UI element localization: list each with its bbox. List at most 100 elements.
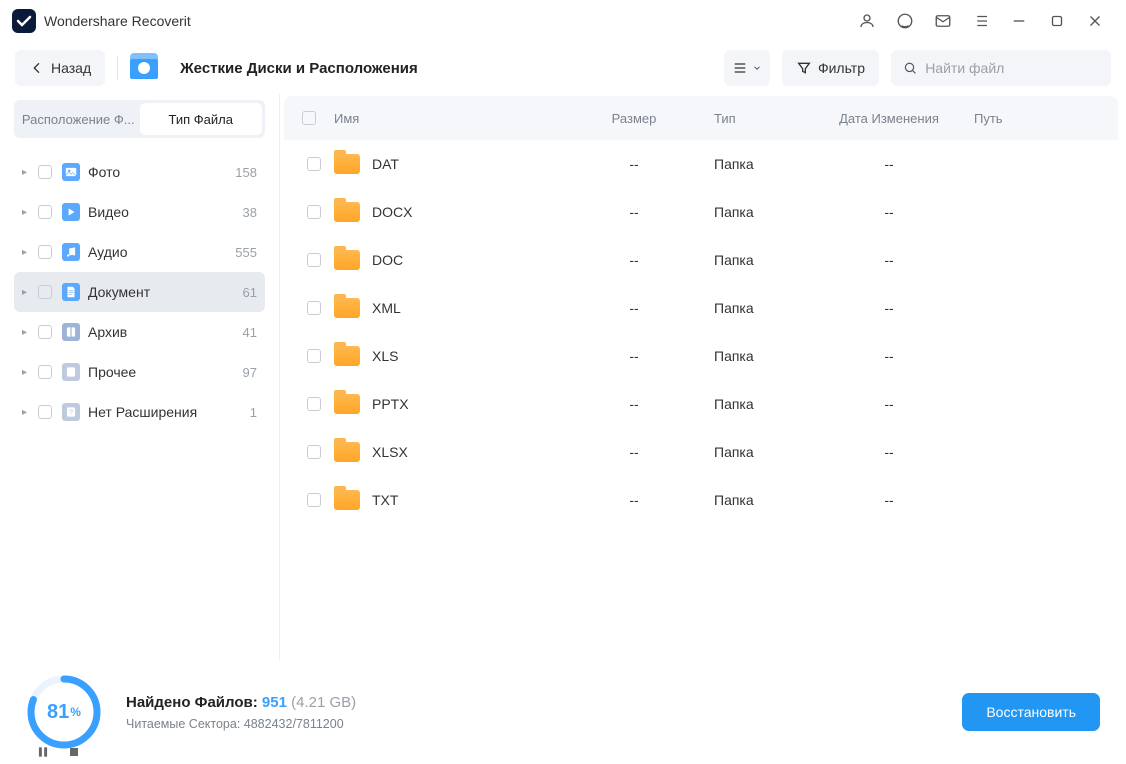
th-size[interactable]: Размер — [584, 111, 684, 126]
item-count: 97 — [243, 365, 257, 380]
sidebar-item-Прочее[interactable]: ▸Прочее97 — [14, 352, 265, 392]
folder-icon — [334, 298, 360, 318]
table-row[interactable]: DAT--Папка-- — [284, 140, 1118, 188]
th-path[interactable]: Путь — [964, 111, 1118, 126]
row-name: DOC — [372, 252, 403, 268]
th-name[interactable]: Имя — [334, 111, 584, 126]
row-type: Папка — [684, 396, 814, 412]
minimize-icon[interactable] — [1000, 2, 1038, 40]
sidebar-item-Нет Расширения[interactable]: ▸?Нет Расширения1 — [14, 392, 265, 432]
maximize-icon[interactable] — [1038, 2, 1076, 40]
table-row[interactable]: TXT--Папка-- — [284, 476, 1118, 524]
titlebar: Wondershare Recoverit — [0, 0, 1126, 42]
item-count: 555 — [235, 245, 257, 260]
sectors-label: Читаемые Сектора: — [126, 717, 244, 731]
row-checkbox[interactable] — [307, 397, 321, 411]
row-checkbox[interactable] — [307, 157, 321, 171]
type-icon — [62, 243, 80, 261]
caret-icon: ▸ — [22, 287, 32, 298]
item-count: 41 — [243, 325, 257, 340]
row-checkbox[interactable] — [307, 445, 321, 459]
row-size: -- — [584, 348, 684, 364]
item-checkbox[interactable] — [38, 285, 52, 299]
select-all-checkbox[interactable] — [302, 111, 316, 125]
caret-icon: ▸ — [22, 367, 32, 378]
type-icon — [62, 283, 80, 301]
folder-icon — [334, 250, 360, 270]
row-type: Папка — [684, 492, 814, 508]
item-checkbox[interactable] — [38, 205, 52, 219]
row-date: -- — [814, 300, 964, 316]
app-logo-icon — [12, 9, 36, 33]
tab-location[interactable]: Расположение Ф... — [17, 103, 140, 135]
row-checkbox[interactable] — [307, 301, 321, 315]
item-count: 1 — [250, 405, 257, 420]
row-name: PPTX — [372, 396, 409, 412]
sidebar-item-Документ[interactable]: ▸Документ61 — [14, 272, 265, 312]
account-icon[interactable] — [848, 2, 886, 40]
sidebar-item-Фото[interactable]: ▸Фото158 — [14, 152, 265, 192]
th-type[interactable]: Тип — [684, 111, 814, 126]
table-row[interactable]: XLS--Папка-- — [284, 332, 1118, 380]
folder-icon — [334, 346, 360, 366]
item-label: Аудио — [88, 244, 235, 260]
support-icon[interactable] — [886, 2, 924, 40]
search-box[interactable] — [891, 50, 1111, 86]
pause-button[interactable] — [36, 745, 50, 764]
caret-icon: ▸ — [22, 207, 32, 218]
item-checkbox[interactable] — [38, 405, 52, 419]
type-icon — [62, 323, 80, 341]
table-row[interactable]: XLSX--Папка-- — [284, 428, 1118, 476]
folder-icon — [334, 394, 360, 414]
close-icon[interactable] — [1076, 2, 1114, 40]
row-checkbox[interactable] — [307, 349, 321, 363]
row-checkbox[interactable] — [307, 493, 321, 507]
folder-icon — [334, 154, 360, 174]
menu-list-icon[interactable] — [962, 2, 1000, 40]
row-type: Папка — [684, 252, 814, 268]
found-size: (4.21 GB) — [291, 694, 356, 711]
item-checkbox[interactable] — [38, 165, 52, 179]
item-count: 158 — [235, 165, 257, 180]
mail-icon[interactable] — [924, 2, 962, 40]
sectors-value: 4882432/7811200 — [244, 717, 344, 731]
recover-button[interactable]: Восстановить — [962, 693, 1100, 731]
table-row[interactable]: DOC--Папка-- — [284, 236, 1118, 284]
table-header: Имя Размер Тип Дата Изменения Путь — [284, 96, 1118, 140]
row-name: DOCX — [372, 204, 412, 220]
caret-icon: ▸ — [22, 407, 32, 418]
progress-percent: 81 — [47, 701, 69, 724]
back-button[interactable]: Назад — [15, 50, 105, 86]
sidebar-item-Видео[interactable]: ▸Видео38 — [14, 192, 265, 232]
type-icon — [62, 163, 80, 181]
view-menu-button[interactable] — [724, 50, 770, 86]
row-checkbox[interactable] — [307, 253, 321, 267]
table-row[interactable]: PPTX--Папка-- — [284, 380, 1118, 428]
sidebar-item-Аудио[interactable]: ▸Аудио555 — [14, 232, 265, 272]
type-icon — [62, 203, 80, 221]
row-date: -- — [814, 396, 964, 412]
tab-filetype[interactable]: Тип Файла — [140, 103, 263, 135]
row-size: -- — [584, 204, 684, 220]
filter-label: Фильтр — [818, 60, 865, 76]
row-date: -- — [814, 252, 964, 268]
table-row[interactable]: XML--Папка-- — [284, 284, 1118, 332]
found-count: 951 — [262, 694, 287, 711]
filter-button[interactable]: Фильтр — [782, 50, 879, 86]
row-checkbox[interactable] — [307, 205, 321, 219]
drive-icon — [130, 57, 158, 79]
item-checkbox[interactable] — [38, 245, 52, 259]
row-name: DAT — [372, 156, 399, 172]
progress-suffix: % — [70, 705, 81, 719]
row-name: XLS — [372, 348, 398, 364]
item-checkbox[interactable] — [38, 365, 52, 379]
table-row[interactable]: DOCX--Папка-- — [284, 188, 1118, 236]
search-input[interactable] — [925, 60, 1099, 76]
stop-button[interactable] — [68, 745, 80, 764]
file-table-area: Имя Размер Тип Дата Изменения Путь DAT--… — [280, 94, 1126, 660]
sidebar-item-Архив[interactable]: ▸Архив41 — [14, 312, 265, 352]
item-checkbox[interactable] — [38, 325, 52, 339]
th-date[interactable]: Дата Изменения — [814, 111, 964, 126]
row-type: Папка — [684, 204, 814, 220]
item-label: Нет Расширения — [88, 404, 250, 420]
